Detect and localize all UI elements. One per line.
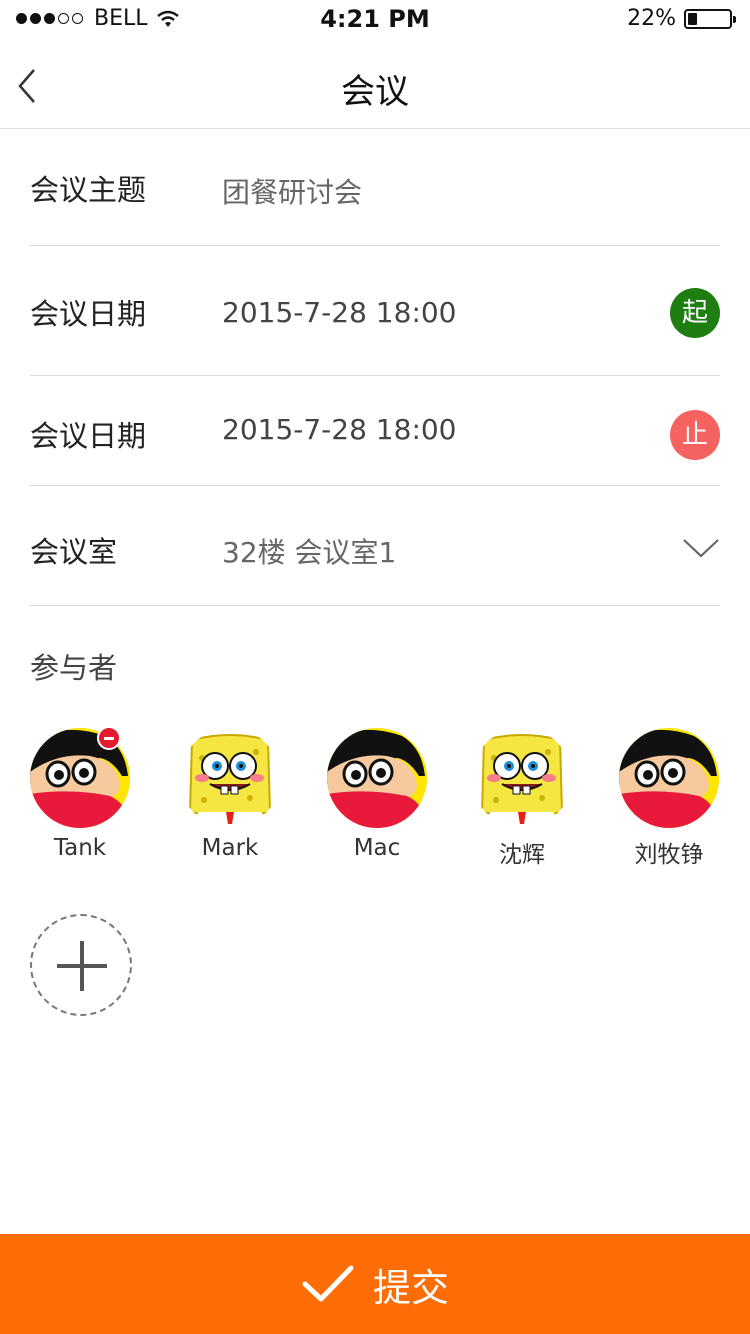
spongebob-avatar	[472, 728, 572, 828]
checkmark-icon	[302, 1265, 354, 1302]
battery-percent: 22%	[627, 6, 676, 31]
spongebob-avatar	[180, 728, 280, 828]
status-bar: BELL 4:21 PM 22%	[0, 0, 750, 40]
topic-input[interactable]: 团餐研讨会	[222, 171, 362, 211]
remove-participant-button[interactable]	[97, 726, 121, 750]
end-date-label: 会议日期	[30, 419, 147, 453]
page-title: 会议	[341, 72, 409, 112]
end-date-value[interactable]: 2015-7-28 18:00	[222, 413, 457, 446]
avatar	[327, 728, 427, 828]
status-right: 22%	[627, 6, 736, 31]
participant-item[interactable]: Mark	[170, 728, 290, 861]
end-date-row[interactable]: 会议日期 2015-7-28 18:00 止	[30, 376, 720, 486]
topic-row[interactable]: 会议主题 团餐研讨会	[30, 129, 720, 246]
start-date-label: 会议日期	[30, 297, 147, 331]
participant-name: 刘牧铮	[634, 842, 704, 868]
end-badge: 止	[670, 410, 720, 460]
participant-item[interactable]: 沈辉	[462, 728, 582, 869]
submit-label: 提交	[372, 1265, 449, 1310]
participant-name: Mac	[353, 835, 401, 861]
participant-name: 沈辉	[499, 842, 545, 868]
avatar	[619, 728, 719, 828]
participant-name: Tank	[53, 835, 107, 861]
room-select[interactable]: 32楼 会议室1	[222, 531, 396, 571]
start-badge: 起	[670, 288, 720, 338]
battery-icon	[684, 8, 736, 29]
participant-item[interactable]: 刘牧铮	[609, 728, 729, 869]
start-date-value[interactable]: 2015-7-28 18:00	[222, 296, 457, 329]
avatar	[472, 728, 572, 828]
participant-name: Mark	[201, 835, 259, 861]
room-row[interactable]: 会议室 32楼 会议室1	[30, 486, 720, 606]
participants-list: Tank Mark Mac 沈辉 刘牧铮	[0, 726, 750, 869]
start-date-row[interactable]: 会议日期 2015-7-28 18:00 起	[30, 246, 720, 376]
participant-item[interactable]: Mac	[317, 728, 437, 861]
crayon-shinchan-avatar	[327, 728, 427, 828]
participant-item[interactable]: Tank	[20, 726, 140, 861]
add-participant-button[interactable]	[30, 914, 132, 1016]
plus-icon-vertical	[80, 941, 84, 991]
battery-fill	[688, 12, 697, 25]
topic-label: 会议主题	[30, 173, 147, 207]
crayon-shinchan-avatar	[619, 728, 719, 828]
nav-bar: 会议	[0, 40, 750, 129]
room-label: 会议室	[30, 535, 118, 569]
participants-title: 参与者	[30, 651, 118, 685]
avatar	[180, 728, 280, 828]
submit-button[interactable]: 提交	[0, 1234, 750, 1334]
chevron-down-icon[interactable]	[682, 536, 720, 560]
